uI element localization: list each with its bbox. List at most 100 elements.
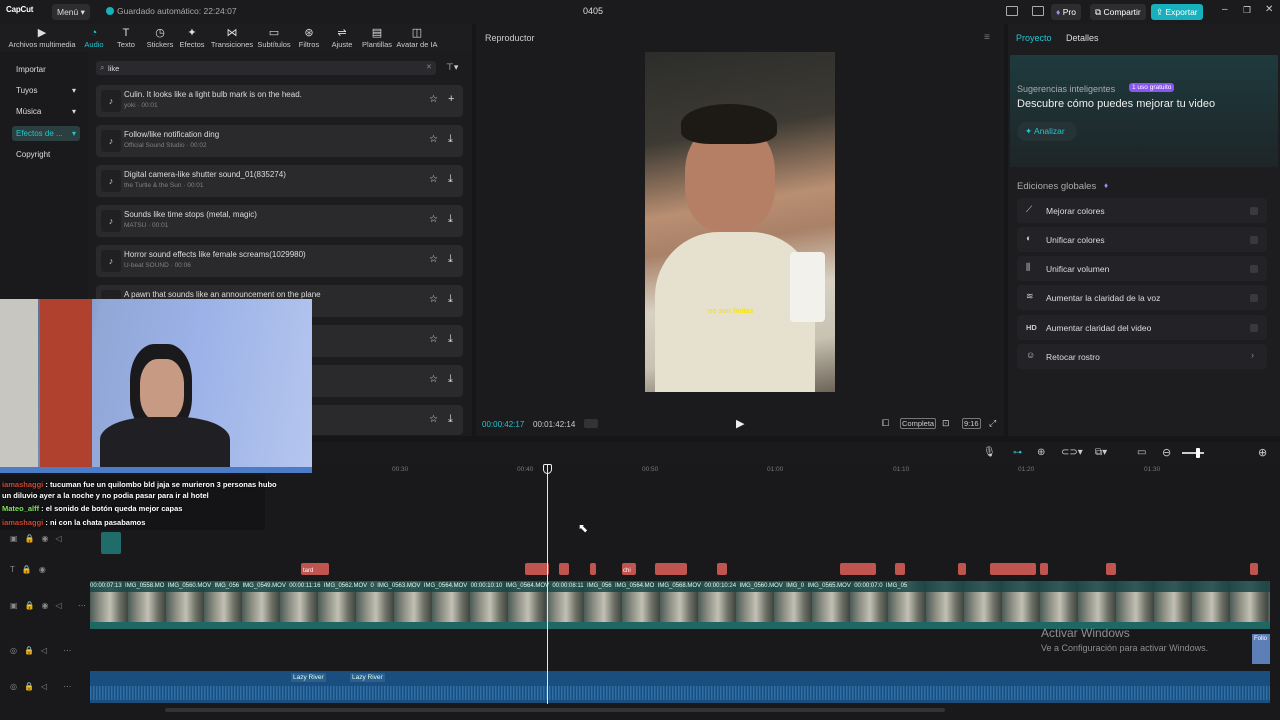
edit-voice-clarity[interactable]: ≋ Aumentar la claridad de la voz xyxy=(1017,285,1267,310)
text-clip[interactable] xyxy=(655,563,687,575)
favorite-icon[interactable]: ☆ xyxy=(429,294,438,305)
text-clip[interactable]: tard xyxy=(301,563,329,575)
text-clip[interactable] xyxy=(1040,563,1048,575)
toggle-checkbox[interactable] xyxy=(1250,236,1258,244)
zoom-slider[interactable] xyxy=(1182,452,1204,454)
toggle-checkbox[interactable] xyxy=(1250,207,1258,215)
snapshot-icon[interactable]: ⊡ xyxy=(942,418,950,429)
share-button[interactable]: ⧉ Compartir xyxy=(1090,4,1146,20)
download-icon[interactable]: ⤓ xyxy=(448,213,453,226)
download-icon[interactable]: ⤓ xyxy=(448,173,453,186)
download-icon[interactable]: ⤓ xyxy=(448,293,453,306)
favorite-icon[interactable]: ☆ xyxy=(429,334,438,345)
list-item[interactable]: ♪ Sounds like time stops (metal, magic) … xyxy=(96,205,463,237)
toggle-checkbox[interactable] xyxy=(1250,265,1258,273)
analyze-button[interactable]: ✦ Analizar xyxy=(1017,122,1077,141)
edit-video-clarity[interactable]: HD Aumentar claridad del video xyxy=(1017,315,1267,340)
download-icon[interactable]: ⤓ xyxy=(448,413,453,426)
text-clip[interactable] xyxy=(1250,563,1258,575)
zoom-out-icon[interactable]: ⊖ xyxy=(1162,446,1171,459)
category-copyright[interactable]: Copyright xyxy=(12,147,80,162)
link-icon[interactable]: ⊶ xyxy=(1013,447,1022,458)
download-icon[interactable]: ⤓ xyxy=(448,253,453,266)
playhead-handle[interactable] xyxy=(543,464,552,474)
category-import[interactable]: Importar xyxy=(12,62,80,77)
track-controls-text[interactable]: T🔒◉ xyxy=(10,565,53,574)
text-clip[interactable] xyxy=(717,563,727,575)
text-clip[interactable] xyxy=(590,563,596,575)
zoom-fit-icon[interactable]: ⊕ xyxy=(1258,446,1267,459)
category-yours[interactable]: Tuyos ▾ xyxy=(12,83,80,98)
track-controls-audio2[interactable]: ◎🔒◁ ⋯ xyxy=(10,682,78,691)
main-menu-button[interactable]: Menú ▾ xyxy=(52,4,90,20)
audio-clip-label[interactable]: Lazy River xyxy=(350,673,385,682)
text-clip[interactable] xyxy=(958,563,966,575)
aspect-ratio-button[interactable]: 9:16 xyxy=(962,418,981,429)
track-controls-audio1[interactable]: ◎🔒◁ ⋯ xyxy=(10,646,78,655)
favorite-icon[interactable]: ☆ xyxy=(429,414,438,425)
toggle-checkbox[interactable] xyxy=(1250,294,1258,302)
category-music[interactable]: Música ▾ xyxy=(12,104,80,119)
export-button[interactable]: ⇪ Exportar xyxy=(1151,4,1203,20)
tab-project[interactable]: Proyecto xyxy=(1016,33,1052,43)
list-item[interactable]: ♪ Follow/like notification ding Official… xyxy=(96,125,463,157)
download-icon[interactable]: ⤓ xyxy=(448,333,453,346)
edit-retouch-face[interactable]: ☺ Retocar rostro › xyxy=(1017,344,1267,369)
text-clip[interactable] xyxy=(525,563,549,575)
caption-icon[interactable]: ▭ xyxy=(1137,447,1146,458)
menu-icon[interactable]: ≡ xyxy=(984,32,990,43)
tool-templates[interactable]: ▤ Plantillas xyxy=(355,27,399,49)
toggle-checkbox[interactable] xyxy=(1250,324,1258,332)
favorite-icon[interactable]: ☆ xyxy=(429,134,438,145)
edit-unify-volume[interactable]: ⫼ Unificar volumen xyxy=(1017,256,1267,281)
tab-details[interactable]: Detalles xyxy=(1066,33,1099,43)
tool-ai-avatar[interactable]: ◫ Avatar de IA xyxy=(395,27,439,49)
favorite-icon[interactable]: ☆ xyxy=(429,374,438,385)
favorite-icon[interactable]: ☆ xyxy=(429,94,438,105)
track-controls-video[interactable]: ▣🔒◉◁ ⋯ xyxy=(10,601,93,610)
maximize-icon[interactable]: ❐ xyxy=(1243,5,1251,16)
minimize-icon[interactable]: – xyxy=(1222,4,1228,15)
list-item[interactable]: ♪ Digital camera-like shutter sound_01(8… xyxy=(96,165,463,197)
clear-icon[interactable]: ✕ xyxy=(426,63,432,71)
favorite-icon[interactable]: ☆ xyxy=(429,214,438,225)
favorite-icon[interactable]: ☆ xyxy=(429,254,438,265)
text-clip[interactable]: chi xyxy=(622,563,636,575)
download-icon[interactable]: ⤓ xyxy=(448,373,453,386)
add-icon[interactable]: + xyxy=(448,93,454,105)
microphone-icon[interactable]: 🎙 xyxy=(983,447,996,458)
layout-icon[interactable] xyxy=(1006,6,1018,16)
playhead[interactable] xyxy=(547,464,548,704)
preview-axis-icon[interactable]: ⧉▾ xyxy=(1095,447,1107,458)
crop-icon[interactable]: ⧠ xyxy=(882,418,889,429)
category-sound-effects[interactable]: Efectos de ... ▾ xyxy=(12,126,80,141)
favorite-icon[interactable]: ☆ xyxy=(429,174,438,185)
play-icon[interactable]: ▶ xyxy=(736,417,744,430)
text-clip[interactable] xyxy=(840,563,876,575)
tool-transitions[interactable]: ⋈ Transiciones xyxy=(207,27,257,49)
sticker-clip[interactable] xyxy=(101,532,121,554)
text-clip[interactable] xyxy=(1106,563,1116,575)
list-item[interactable]: ♪ Horror sound effects like female screa… xyxy=(96,245,463,277)
audio-clip-label[interactable]: Lazy River xyxy=(291,673,326,682)
fullscreen-icon[interactable]: ⤢ xyxy=(989,418,996,429)
text-clip[interactable] xyxy=(990,563,1036,575)
shortcuts-icon[interactable] xyxy=(1032,6,1044,16)
filter-sort-icon[interactable]: ⊤▾ xyxy=(446,62,458,73)
timeline-scrollbar[interactable] xyxy=(165,708,945,712)
pro-button[interactable]: ♦ Pro xyxy=(1051,4,1081,20)
project-title[interactable]: 0405 xyxy=(583,6,603,16)
snap-icon[interactable]: ⊕ xyxy=(1037,447,1045,458)
edit-enhance-colors[interactable]: ⟋ Mejorar colores xyxy=(1017,198,1267,223)
text-clip[interactable] xyxy=(895,563,905,575)
zoom-slider-handle[interactable] xyxy=(1196,448,1200,458)
close-icon[interactable]: ✕ xyxy=(1265,4,1273,15)
follow-clip[interactable]: Follo xyxy=(1252,634,1270,664)
text-clip[interactable] xyxy=(559,563,569,575)
tool-media[interactable]: ▶ Archivos multimedia xyxy=(4,27,80,49)
chain-icon[interactable]: ⊂⊃▾ xyxy=(1061,447,1083,458)
list-item[interactable]: ♪ Culin. It looks like a light bulb mark… xyxy=(96,85,463,117)
timecode-toggle-icon[interactable] xyxy=(584,419,598,428)
quality-button[interactable]: Completa xyxy=(900,418,937,429)
download-icon[interactable]: ⤓ xyxy=(448,133,453,146)
